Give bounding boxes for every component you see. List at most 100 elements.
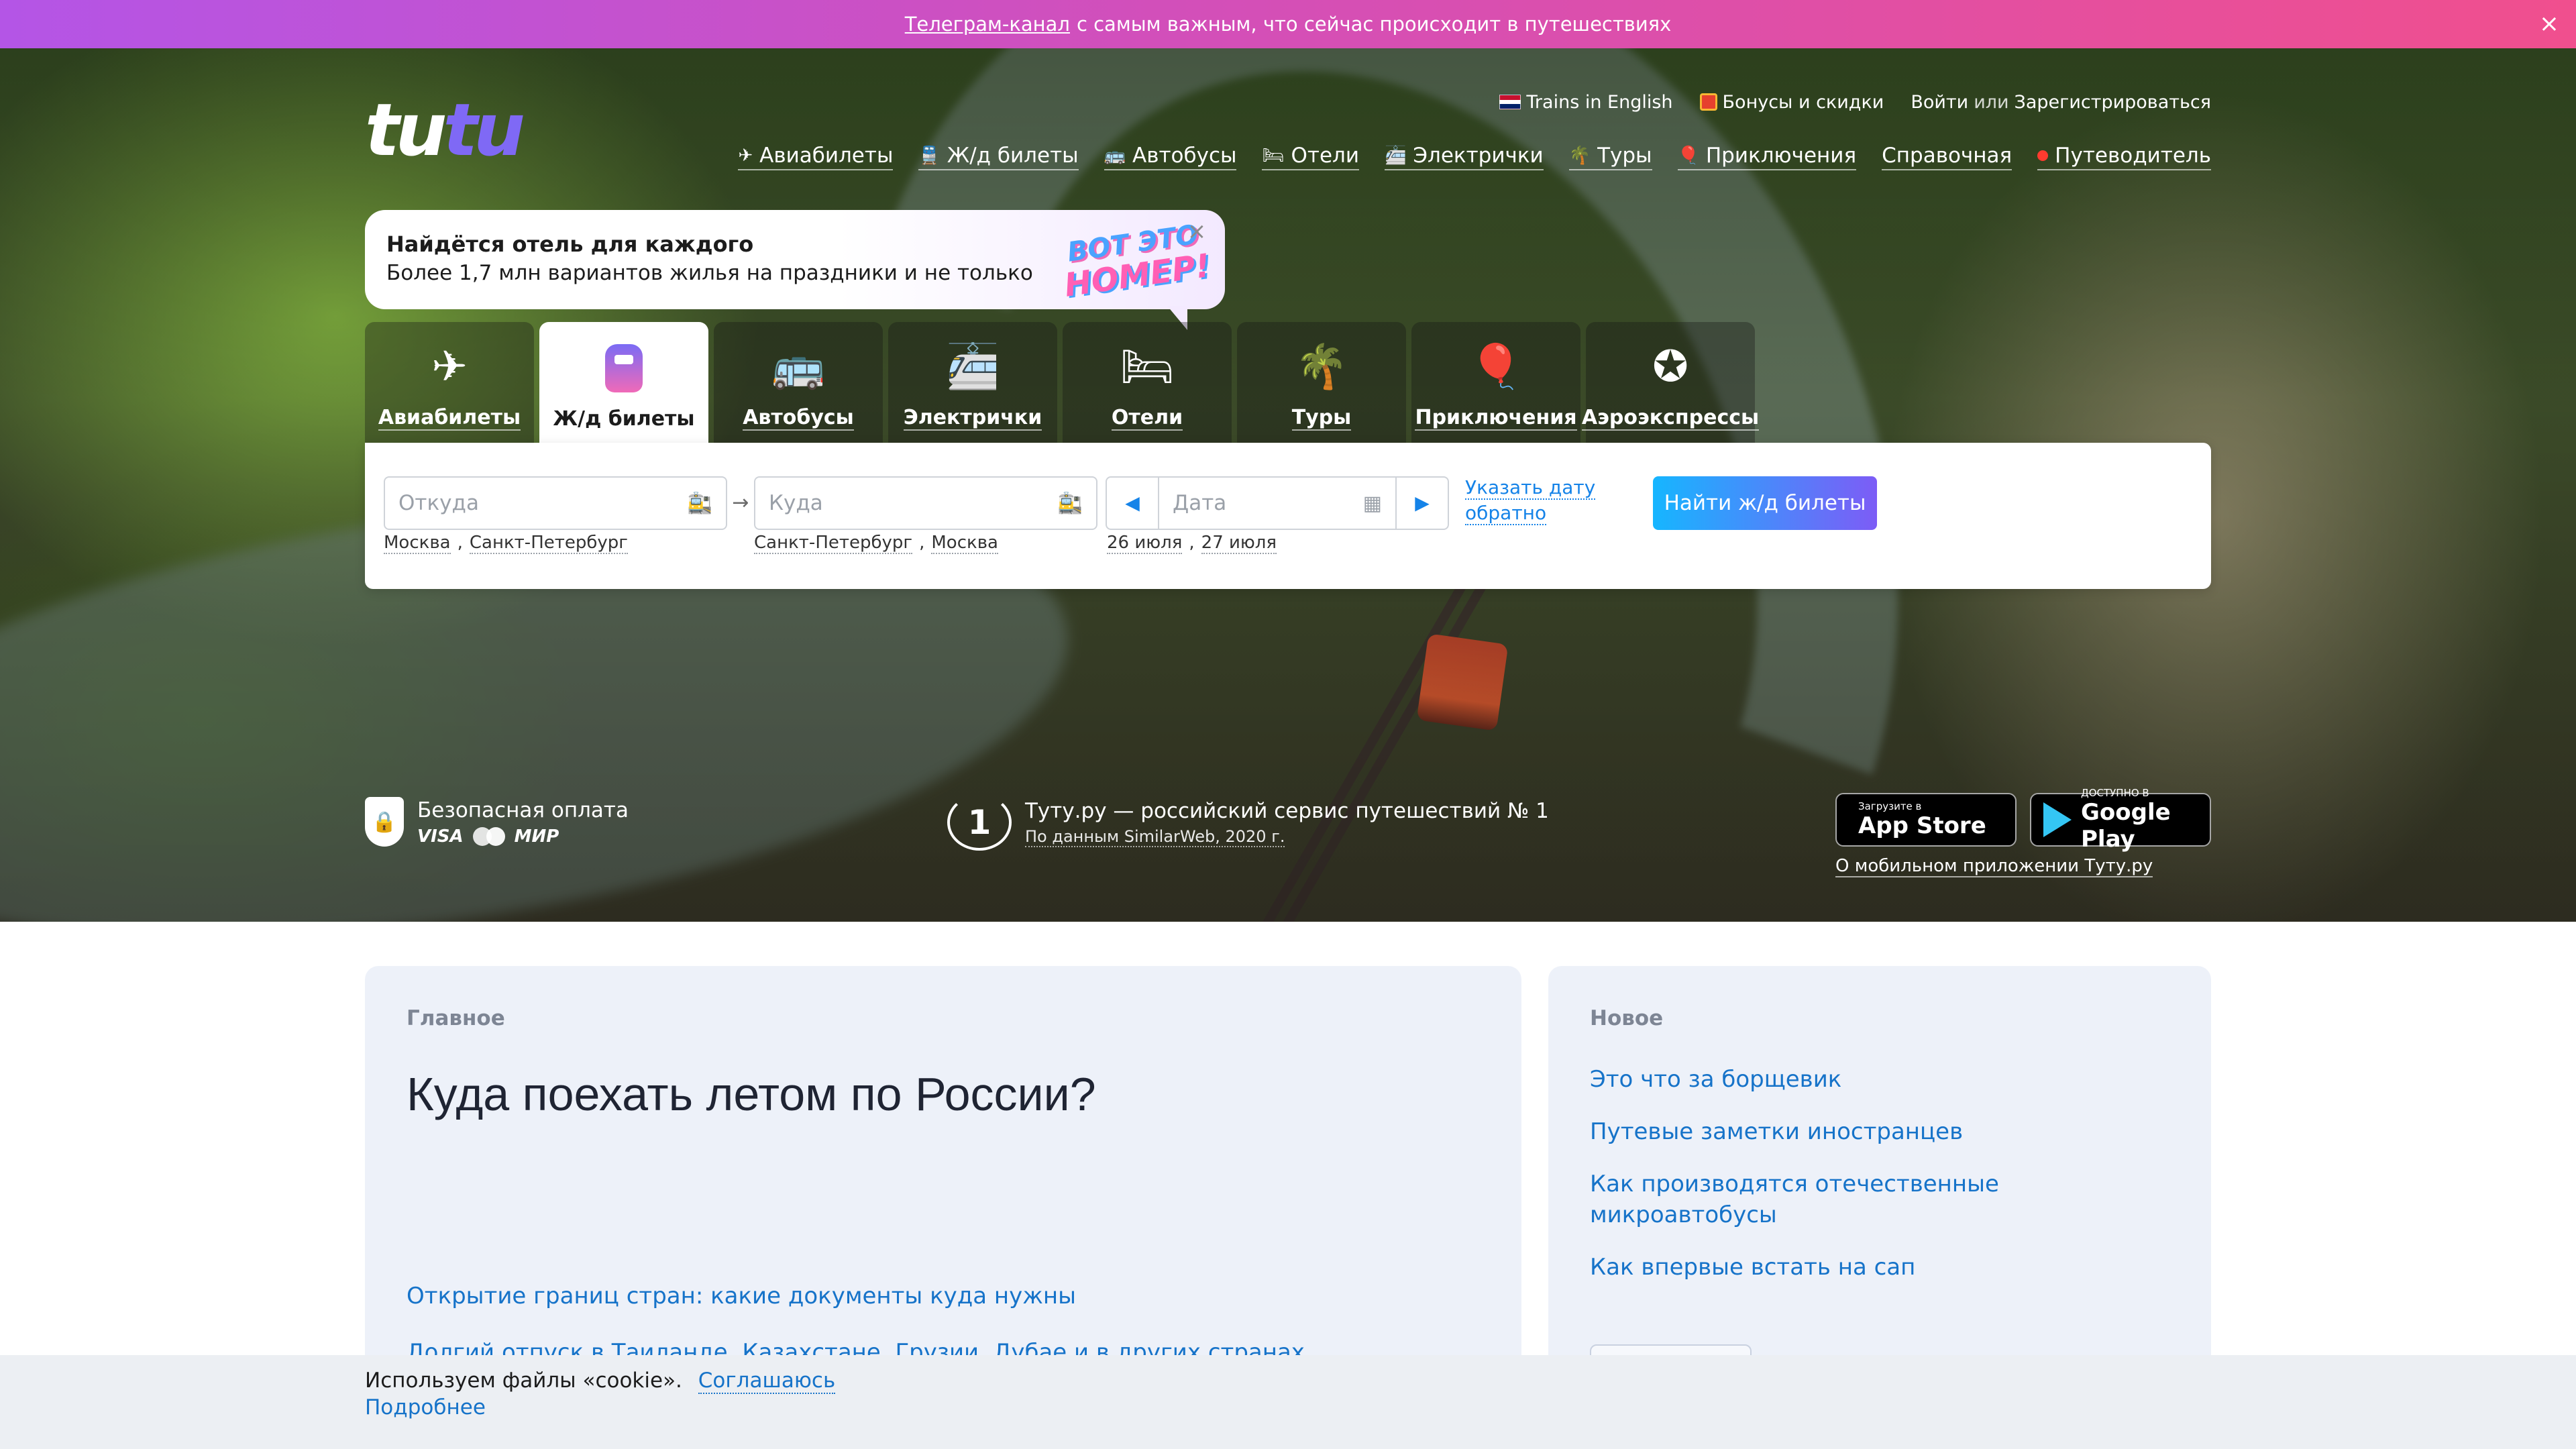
to-suggestion[interactable]: Санкт-Петербург xyxy=(754,533,913,554)
main-link[interactable]: Открытие границ стран: какие документы к… xyxy=(407,1281,1305,1311)
tab-label: Электрички xyxy=(903,406,1042,431)
tutu-logo[interactable]: tutu xyxy=(365,95,525,167)
to-field[interactable]: 🚉 xyxy=(754,476,1097,530)
side-card-label: Новое xyxy=(1590,1006,1664,1030)
nav-item-label: Путеводитель xyxy=(2055,144,2211,168)
bed-icon: 🛏 xyxy=(1120,342,1175,392)
tab-flights[interactable]: ✈ Авиабилеты xyxy=(365,322,534,443)
date-suggestion[interactable]: 27 июля xyxy=(1201,533,1277,554)
gift-icon xyxy=(1699,93,1717,111)
nav-item-guide[interactable]: Путеводитель xyxy=(2037,144,2211,170)
app-store-big: App Store xyxy=(1858,812,1986,839)
bonuses-link[interactable]: Бонусы и скидки xyxy=(1699,91,1884,113)
tab-trains[interactable]: Ж/д билеты xyxy=(539,322,708,443)
laurel-icon: 1 xyxy=(947,794,1012,851)
plane-icon: ✈ xyxy=(431,342,468,392)
register-link[interactable]: Зарегистрироваться xyxy=(2015,92,2211,113)
tab-adventures[interactable]: 🎈 Приключения xyxy=(1411,322,1580,443)
nav-item-flights[interactable]: ✈ Авиабилеты xyxy=(738,144,894,170)
from-suggestion[interactable]: Санкт-Петербург xyxy=(469,533,628,554)
to-suggestion[interactable]: Москва xyxy=(931,533,998,554)
article-link[interactable]: Это что за борщевик xyxy=(1590,1064,2169,1095)
cookie-agree-link[interactable]: Соглашаюсь xyxy=(698,1368,836,1394)
to-suggestions: Санкт-Петербург, Москва xyxy=(754,533,998,554)
tab-hotels[interactable]: 🛏 Отели xyxy=(1063,322,1232,443)
trains-in-english-link[interactable]: Trains in English xyxy=(1499,92,1673,113)
date-next-button[interactable]: ▶ xyxy=(1395,476,1449,530)
tab-buses[interactable]: 🚌 Автобусы xyxy=(714,322,883,443)
login-link[interactable]: Войти xyxy=(1911,92,1968,113)
nav-item-tours[interactable]: 🌴 Туры xyxy=(1568,144,1652,170)
train-station-icon: 🚉 xyxy=(1057,491,1083,515)
tab-suburban[interactable]: 🚈 Электрички xyxy=(888,322,1057,443)
logo-part-2: tu xyxy=(443,89,525,172)
google-play-icon xyxy=(2043,802,2072,837)
tab-aeroexpress[interactable]: ✪ Аэроэкспрессы xyxy=(1581,322,1760,443)
main-nav: ✈ Авиабилеты 🚆 Ж/д билеты 🚌 Автобусы 🛏 О… xyxy=(738,142,2211,172)
return-date-link[interactable]: Указать дату обратно xyxy=(1465,475,1613,526)
from-field[interactable]: 🚉 xyxy=(384,476,727,530)
secure-payment: 🔒 Безопасная оплата VISA МИР xyxy=(365,797,629,847)
nav-item-label: Справочная xyxy=(1882,144,2012,168)
find-trains-button[interactable]: Найти ж/д билеты xyxy=(1653,476,1877,530)
nav-item-label: Приключения xyxy=(1705,144,1857,168)
cookie-bar: Используем файлы «cookie». Соглашаюсь По… xyxy=(0,1355,2576,1449)
google-play-small: ДОСТУПНО В xyxy=(2081,787,2149,799)
google-play-big: Google Play xyxy=(2081,799,2171,853)
train-search-form: 🚉 → 🚉 ◀ ▦ ▶ Москва, Санкт-Петербург Санк… xyxy=(365,443,2211,589)
tab-tours[interactable]: 🌴 Туры xyxy=(1237,322,1406,443)
train-station-icon: 🚉 xyxy=(687,491,712,515)
nav-item-reference[interactable]: Справочная xyxy=(1882,144,2012,170)
nav-item-hotels[interactable]: 🛏 Отели xyxy=(1262,144,1359,170)
nav-item-suburban[interactable]: 🚈 Электрички xyxy=(1384,144,1544,170)
article-link[interactable]: Как производятся отечественные микроавто… xyxy=(1590,1169,2169,1230)
aeroexpress-icon: ✪ xyxy=(1652,342,1688,392)
rank-title: Туту.ру — российский сервис путешествий … xyxy=(1025,799,1549,823)
article-link[interactable]: Путевые заметки иностранцев xyxy=(1590,1116,2169,1147)
nav-item-buses[interactable]: 🚌 Автобусы xyxy=(1104,144,1237,170)
promo-text: с самым важным, что сейчас происходит в … xyxy=(1076,13,1672,36)
new-articles-list: Это что за борщевик Путевые заметки инос… xyxy=(1590,1064,2169,1283)
palm-icon: 🌴 xyxy=(1568,146,1591,166)
auth-or: или xyxy=(1974,91,2009,113)
logo-part-1: tu xyxy=(365,89,447,172)
tab-label: Ж/д билеты xyxy=(553,407,695,431)
cookie-more-link[interactable]: Подробнее xyxy=(365,1394,486,1421)
hotel-promo-close-icon[interactable]: × xyxy=(1183,218,1210,245)
suburban-train-icon: 🚈 xyxy=(1384,146,1407,166)
hotel-promo-card[interactable]: Найдётся отель для каждого Более 1,7 млн… xyxy=(365,210,1225,309)
from-suggestions: Москва, Санкт-Петербург xyxy=(384,533,628,554)
mobile-app-link[interactable]: О мобильном приложении Туту.ру xyxy=(1835,856,2153,877)
mir-logo: МИР xyxy=(514,826,559,847)
telegram-channel-link[interactable]: Телеграм-канал xyxy=(905,13,1070,36)
uk-flag-icon xyxy=(1499,95,1521,109)
nav-item-trains[interactable]: 🚆 Ж/д билеты xyxy=(918,144,1079,170)
from-input[interactable] xyxy=(398,478,682,529)
visa-logo: VISA xyxy=(417,826,464,847)
date-field[interactable]: ▦ xyxy=(1158,476,1397,530)
train-icon xyxy=(597,341,651,395)
palm-icon: 🌴 xyxy=(1295,342,1348,392)
google-play-button[interactable]: ДОСТУПНО В Google Play xyxy=(2030,787,2211,853)
bonuses-label: Бонусы и скидки xyxy=(1722,91,1884,113)
transport-tabs: ✈ Авиабилеты Ж/д билеты 🚌 Автобусы 🚈 Эле… xyxy=(365,322,1760,443)
promo-close-icon[interactable]: × xyxy=(2534,9,2564,39)
tab-label: Отели xyxy=(1111,406,1183,431)
date-suggestion[interactable]: 26 июля xyxy=(1107,533,1183,554)
article-link[interactable]: Как впервые встать на сап xyxy=(1590,1252,2169,1283)
date-prev-button[interactable]: ◀ xyxy=(1106,476,1159,530)
date-input[interactable] xyxy=(1173,478,1358,529)
direction-arrow-icon: → xyxy=(732,491,749,515)
app-store-button[interactable]: Загрузите в App Store xyxy=(1835,793,2017,847)
mastercard-icon xyxy=(472,827,505,846)
nav-item-adventures[interactable]: 🎈 Приключения xyxy=(1677,144,1857,170)
from-suggestion[interactable]: Москва xyxy=(384,533,451,554)
app-stores: Загрузите в App Store ДОСТУПНО В Google … xyxy=(1835,787,2211,877)
to-input[interactable] xyxy=(769,478,1053,529)
return-date-label: Указать дату обратно xyxy=(1465,476,1596,525)
calendar-icon[interactable]: ▦ xyxy=(1363,492,1382,515)
rank-source[interactable]: По данным SimilarWeb, 2020 г. xyxy=(1025,827,1285,847)
main-headline[interactable]: Куда поехать летом по России? xyxy=(407,1064,1480,1124)
lock-shield-icon: 🔒 xyxy=(365,797,404,847)
user-links: Trains in English Бонусы и скидки Войти … xyxy=(1499,90,2211,114)
